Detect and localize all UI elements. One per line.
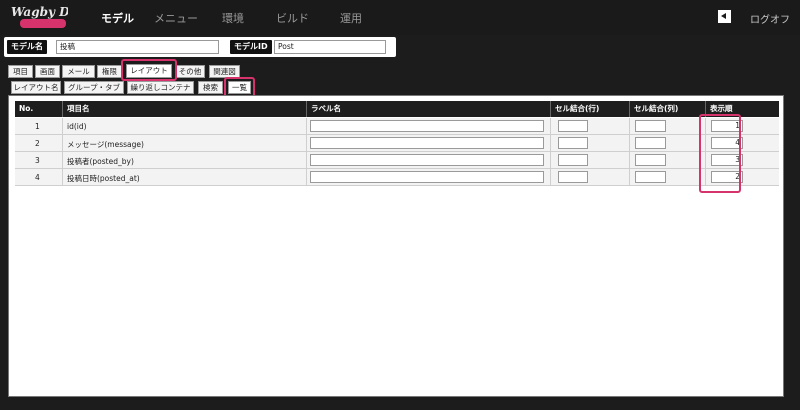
row-number: 2 [35, 139, 40, 148]
label-name-input[interactable] [310, 137, 544, 149]
logout-link[interactable]: ログオフ [750, 11, 790, 26]
tab-relation-diagram[interactable]: 関連図 [209, 65, 240, 78]
row-merge-input[interactable] [558, 171, 588, 183]
row-item-name: id(id) [67, 122, 87, 131]
top-nav: Wagby Designer モデル メニュー 環境 ビルド 運用 ログオフ [0, 0, 800, 35]
tab-permission[interactable]: 権限 [97, 65, 122, 78]
model-info-bar: モデル名 投稿 モデルID Post [4, 37, 396, 57]
table-row: 4 投稿日時(posted_at) 2 [15, 169, 779, 186]
table-row: 2 メッセージ(message) 4 [15, 135, 779, 152]
col-merge-input[interactable] [635, 137, 666, 149]
nav-environment[interactable]: 環境 [222, 10, 244, 26]
display-order-input[interactable]: 3 [711, 154, 743, 166]
tab-items[interactable]: 項目 [8, 65, 33, 78]
row-merge-input[interactable] [558, 137, 588, 149]
col-merge-input[interactable] [635, 154, 666, 166]
subtab-search[interactable]: 検索 [198, 81, 223, 94]
row-number: 3 [35, 156, 40, 165]
row-number: 1 [35, 122, 40, 131]
nav-menu[interactable]: メニュー [154, 10, 198, 26]
wagby-logo[interactable]: Wagby Designer [10, 4, 68, 30]
row-merge-input[interactable] [558, 154, 588, 166]
table-header: No. 項目名 ラベル名 セル結合(行) セル結合(列) 表示順 [15, 101, 779, 117]
subtab-layout-name[interactable]: レイアウト名 [11, 81, 61, 94]
nav-operation[interactable]: 運用 [340, 10, 362, 26]
header-item-name: 項目名 [63, 101, 307, 117]
header-col-merge: セル結合(列) [630, 101, 706, 117]
display-order-input[interactable]: 4 [711, 137, 743, 149]
tab-layout[interactable]: レイアウト [126, 64, 172, 78]
row-item-name: 投稿者(posted_by) [67, 157, 134, 166]
col-merge-input[interactable] [635, 120, 666, 132]
header-row-merge: セル結合(行) [551, 101, 630, 117]
subtab-list[interactable]: 一覧 [228, 81, 251, 94]
model-id-label: モデルID [230, 40, 272, 54]
nav-model[interactable]: モデル [101, 10, 134, 26]
logout-icon[interactable] [718, 10, 731, 23]
table-row: 3 投稿者(posted_by) 3 [15, 152, 779, 169]
col-merge-input[interactable] [635, 171, 666, 183]
label-name-input[interactable] [310, 154, 544, 166]
label-name-input[interactable] [310, 171, 544, 183]
logo-wordmark: Wagby Designer [11, 5, 68, 19]
display-order-input[interactable]: 2 [711, 171, 743, 183]
row-merge-input[interactable] [558, 120, 588, 132]
list-layout-panel: No. 項目名 ラベル名 セル結合(行) セル結合(列) 表示順 1 id(id… [8, 95, 784, 397]
row-item-name: メッセージ(message) [67, 140, 144, 149]
label-name-input[interactable] [310, 120, 544, 132]
subtab-repeat-container[interactable]: 繰り返しコンテナ [127, 81, 194, 94]
nav-build[interactable]: ビルド [276, 10, 309, 26]
tab-other[interactable]: その他 [175, 65, 205, 78]
header-no: No. [15, 101, 63, 117]
header-display-order: 表示順 [710, 104, 733, 113]
row-number: 4 [35, 173, 40, 182]
model-name-label: モデル名 [7, 40, 47, 54]
display-order-input[interactable]: 1 [711, 120, 743, 132]
tab-screen[interactable]: 画面 [35, 65, 60, 78]
model-name-field[interactable]: 投稿 [56, 40, 219, 54]
subtab-group-tab[interactable]: グループ・タブ [64, 81, 124, 94]
tab-mail[interactable]: メール [62, 65, 95, 78]
row-item-name: 投稿日時(posted_at) [67, 174, 140, 183]
model-id-field[interactable]: Post [274, 40, 386, 54]
header-label-name: ラベル名 [307, 101, 551, 117]
table-row: 1 id(id) 1 [15, 118, 779, 135]
